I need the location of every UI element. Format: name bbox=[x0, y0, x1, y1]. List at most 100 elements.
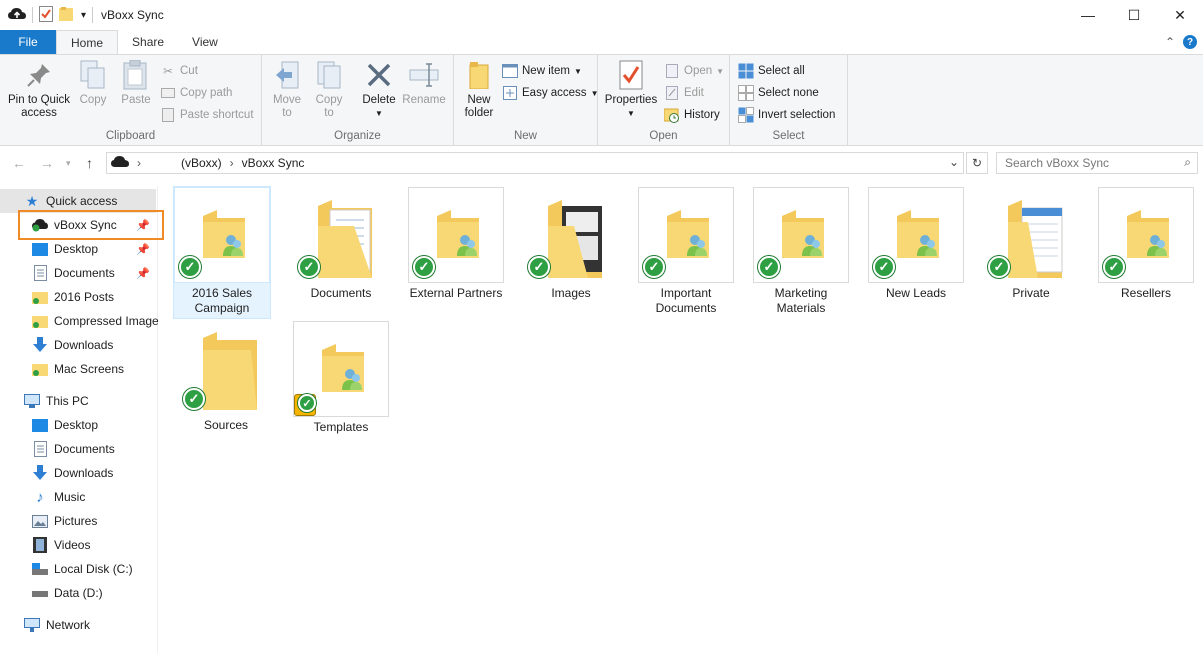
folder-tile-2016-sales-campaign[interactable]: ✓ 2016 Sales Campaign bbox=[173, 186, 271, 319]
new-item-button[interactable]: New item ▼ bbox=[502, 63, 582, 79]
history-button[interactable]: History bbox=[664, 107, 720, 123]
nav-item-documents[interactable]: Documents 📌 bbox=[32, 262, 156, 284]
nav-label: Compressed Image bbox=[54, 314, 159, 328]
pin-icon[interactable]: 📌 bbox=[136, 219, 150, 232]
copy-path-button[interactable]: Copy path bbox=[160, 85, 232, 101]
folder-tile-external-partners[interactable]: ✓ External Partners bbox=[408, 187, 504, 301]
organize-group-label: Organize bbox=[334, 130, 381, 142]
navigation-pane: ★ Quick access vBoxx Sync 📌 Desktop 📌 Do… bbox=[0, 186, 164, 653]
pin-icon[interactable]: 📌 bbox=[136, 243, 150, 256]
forward-arrow-icon[interactable]: → bbox=[40, 155, 54, 171]
recent-locations-chevron-icon[interactable]: ▾ bbox=[66, 158, 71, 169]
delete-button[interactable]: Delete ▼ bbox=[360, 59, 398, 120]
help-icon[interactable]: ? bbox=[1183, 35, 1197, 49]
nav-item-vboxx-sync[interactable]: vBoxx Sync 📌 bbox=[32, 214, 156, 236]
easy-access-button[interactable]: Easy access ▼ bbox=[502, 85, 598, 101]
cut-button[interactable]: ✂ Cut bbox=[160, 63, 198, 79]
tab-home[interactable]: Home bbox=[56, 30, 119, 54]
nav-item-downloads[interactable]: Downloads bbox=[32, 334, 113, 356]
folder-tile-templates[interactable]: ✓ Templates bbox=[293, 321, 389, 435]
collapse-ribbon-icon[interactable]: ⌃ bbox=[1165, 35, 1175, 49]
properties-button[interactable]: Properties ▼ bbox=[604, 59, 658, 120]
move-to-line2: to bbox=[282, 107, 292, 119]
address-bar[interactable]: › (vBoxx) › vBoxx Sync ⌄ bbox=[106, 152, 964, 174]
edit-button[interactable]: Edit bbox=[664, 85, 704, 101]
nav-item-music[interactable]: ♪ Music bbox=[32, 486, 85, 508]
folder-tile-important-documents[interactable]: ✓ Important Documents bbox=[638, 187, 734, 316]
close-button[interactable]: ✕ bbox=[1157, 0, 1203, 30]
shared-folder-thumbnail: ✓ bbox=[638, 187, 734, 283]
nav-label: Videos bbox=[54, 538, 91, 552]
download-arrow-icon bbox=[32, 465, 48, 481]
breadcrumb-separator-icon[interactable]: › bbox=[137, 156, 141, 170]
nav-item-mac-screens[interactable]: Mac Screens bbox=[32, 358, 124, 380]
nav-item-pc-downloads[interactable]: Downloads bbox=[32, 462, 113, 484]
nav-item-network[interactable]: Network bbox=[24, 614, 90, 636]
breadcrumb-separator-icon[interactable]: › bbox=[230, 156, 234, 170]
tab-share[interactable]: Share bbox=[118, 30, 178, 54]
cloud-icon[interactable] bbox=[8, 7, 26, 24]
ribbon-tabs: File Home Share View ⌃ ? bbox=[0, 30, 1203, 54]
nav-item-local-disk[interactable]: Local Disk (C:) bbox=[32, 558, 133, 580]
download-arrow-icon bbox=[32, 337, 48, 353]
window-controls: — ☐ ✕ bbox=[1065, 0, 1203, 30]
nav-item-this-pc[interactable]: This PC bbox=[24, 390, 89, 412]
folder-tile-marketing-materials[interactable]: ✓ Marketing Materials bbox=[753, 187, 849, 316]
nav-item-pc-desktop[interactable]: Desktop bbox=[32, 414, 98, 436]
nav-item-pc-documents[interactable]: Documents bbox=[32, 438, 115, 460]
new-folder-button[interactable]: New folder bbox=[460, 59, 498, 120]
select-all-button[interactable]: Select all bbox=[738, 63, 805, 79]
folder-tile-new-leads[interactable]: ✓ New Leads bbox=[868, 187, 964, 301]
copy-to-button[interactable]: Copy to bbox=[312, 59, 346, 120]
minimize-button[interactable]: — bbox=[1065, 0, 1111, 30]
nav-item-2016-posts[interactable]: 2016 Posts bbox=[32, 286, 114, 308]
nav-item-pictures[interactable]: Pictures bbox=[32, 510, 97, 532]
tab-view[interactable]: View bbox=[178, 30, 232, 54]
shared-folder-thumbnail: ✓ bbox=[174, 187, 270, 283]
invert-selection-button[interactable]: Invert selection bbox=[738, 107, 835, 123]
nav-item-data-drive[interactable]: Data (D:) bbox=[32, 582, 103, 604]
search-input[interactable]: Search vBoxx Sync ⌕ bbox=[996, 152, 1198, 174]
nav-label: vBoxx Sync bbox=[54, 218, 117, 232]
new-folder-icon[interactable] bbox=[59, 6, 75, 24]
pin-to-quick-access-button[interactable]: Pin to Quick access bbox=[4, 59, 74, 120]
folder-name: Resellers bbox=[1120, 286, 1171, 300]
select-none-label: Select none bbox=[758, 87, 819, 99]
tab-file[interactable]: File bbox=[0, 30, 56, 54]
folder-tile-private[interactable]: ✓ Private bbox=[983, 187, 1079, 301]
folder-tile-documents[interactable]: ✓ Documents bbox=[293, 187, 389, 301]
properties-check-icon[interactable] bbox=[39, 5, 53, 25]
folder-tile-resellers[interactable]: ✓ Resellers bbox=[1098, 187, 1194, 301]
select-group-label: Select bbox=[772, 130, 805, 142]
chevron-down-icon[interactable]: ▾ bbox=[81, 10, 86, 21]
up-arrow-icon[interactable]: ↑ bbox=[86, 155, 93, 171]
back-arrow-icon[interactable]: ← bbox=[12, 155, 26, 171]
properties-check-icon bbox=[615, 59, 647, 91]
shared-folder-icon bbox=[1127, 210, 1169, 258]
select-none-button[interactable]: Select none bbox=[738, 85, 819, 101]
open-button[interactable]: Open ▼ bbox=[664, 63, 724, 79]
rename-button[interactable]: Rename bbox=[402, 59, 446, 107]
address-dropdown-icon[interactable]: ⌄ bbox=[949, 155, 959, 169]
paste-shortcut-button[interactable]: Paste shortcut bbox=[160, 107, 254, 123]
new-group-label: New bbox=[513, 130, 537, 142]
scissors-icon: ✂ bbox=[163, 66, 173, 78]
nav-item-compressed-image[interactable]: Compressed Image bbox=[32, 310, 159, 332]
copy-icon bbox=[77, 59, 109, 91]
breadcrumb-vboxx[interactable]: (vBoxx) bbox=[181, 156, 222, 170]
nav-item-videos[interactable]: Videos bbox=[32, 534, 90, 556]
refresh-button[interactable]: ↻ bbox=[966, 152, 988, 174]
history-label: History bbox=[684, 109, 720, 121]
move-to-button[interactable]: Move to bbox=[270, 59, 304, 120]
pin-icon[interactable]: 📌 bbox=[136, 267, 150, 280]
breadcrumb-vboxx-sync[interactable]: vBoxx Sync bbox=[242, 156, 305, 170]
maximize-button[interactable]: ☐ bbox=[1111, 0, 1157, 30]
folder-tile-sources[interactable]: ✓ Sources bbox=[178, 319, 274, 433]
nav-item-desktop[interactable]: Desktop 📌 bbox=[32, 238, 156, 260]
rename-label: Rename bbox=[402, 94, 446, 106]
copy-button[interactable]: Copy bbox=[76, 59, 110, 107]
paste-button[interactable]: Paste bbox=[118, 59, 154, 107]
folder-tile-images[interactable]: ✓ Images bbox=[523, 187, 619, 301]
nav-item-quick-access[interactable]: ★ Quick access bbox=[24, 190, 118, 212]
new-folder-line2: folder bbox=[464, 107, 494, 119]
